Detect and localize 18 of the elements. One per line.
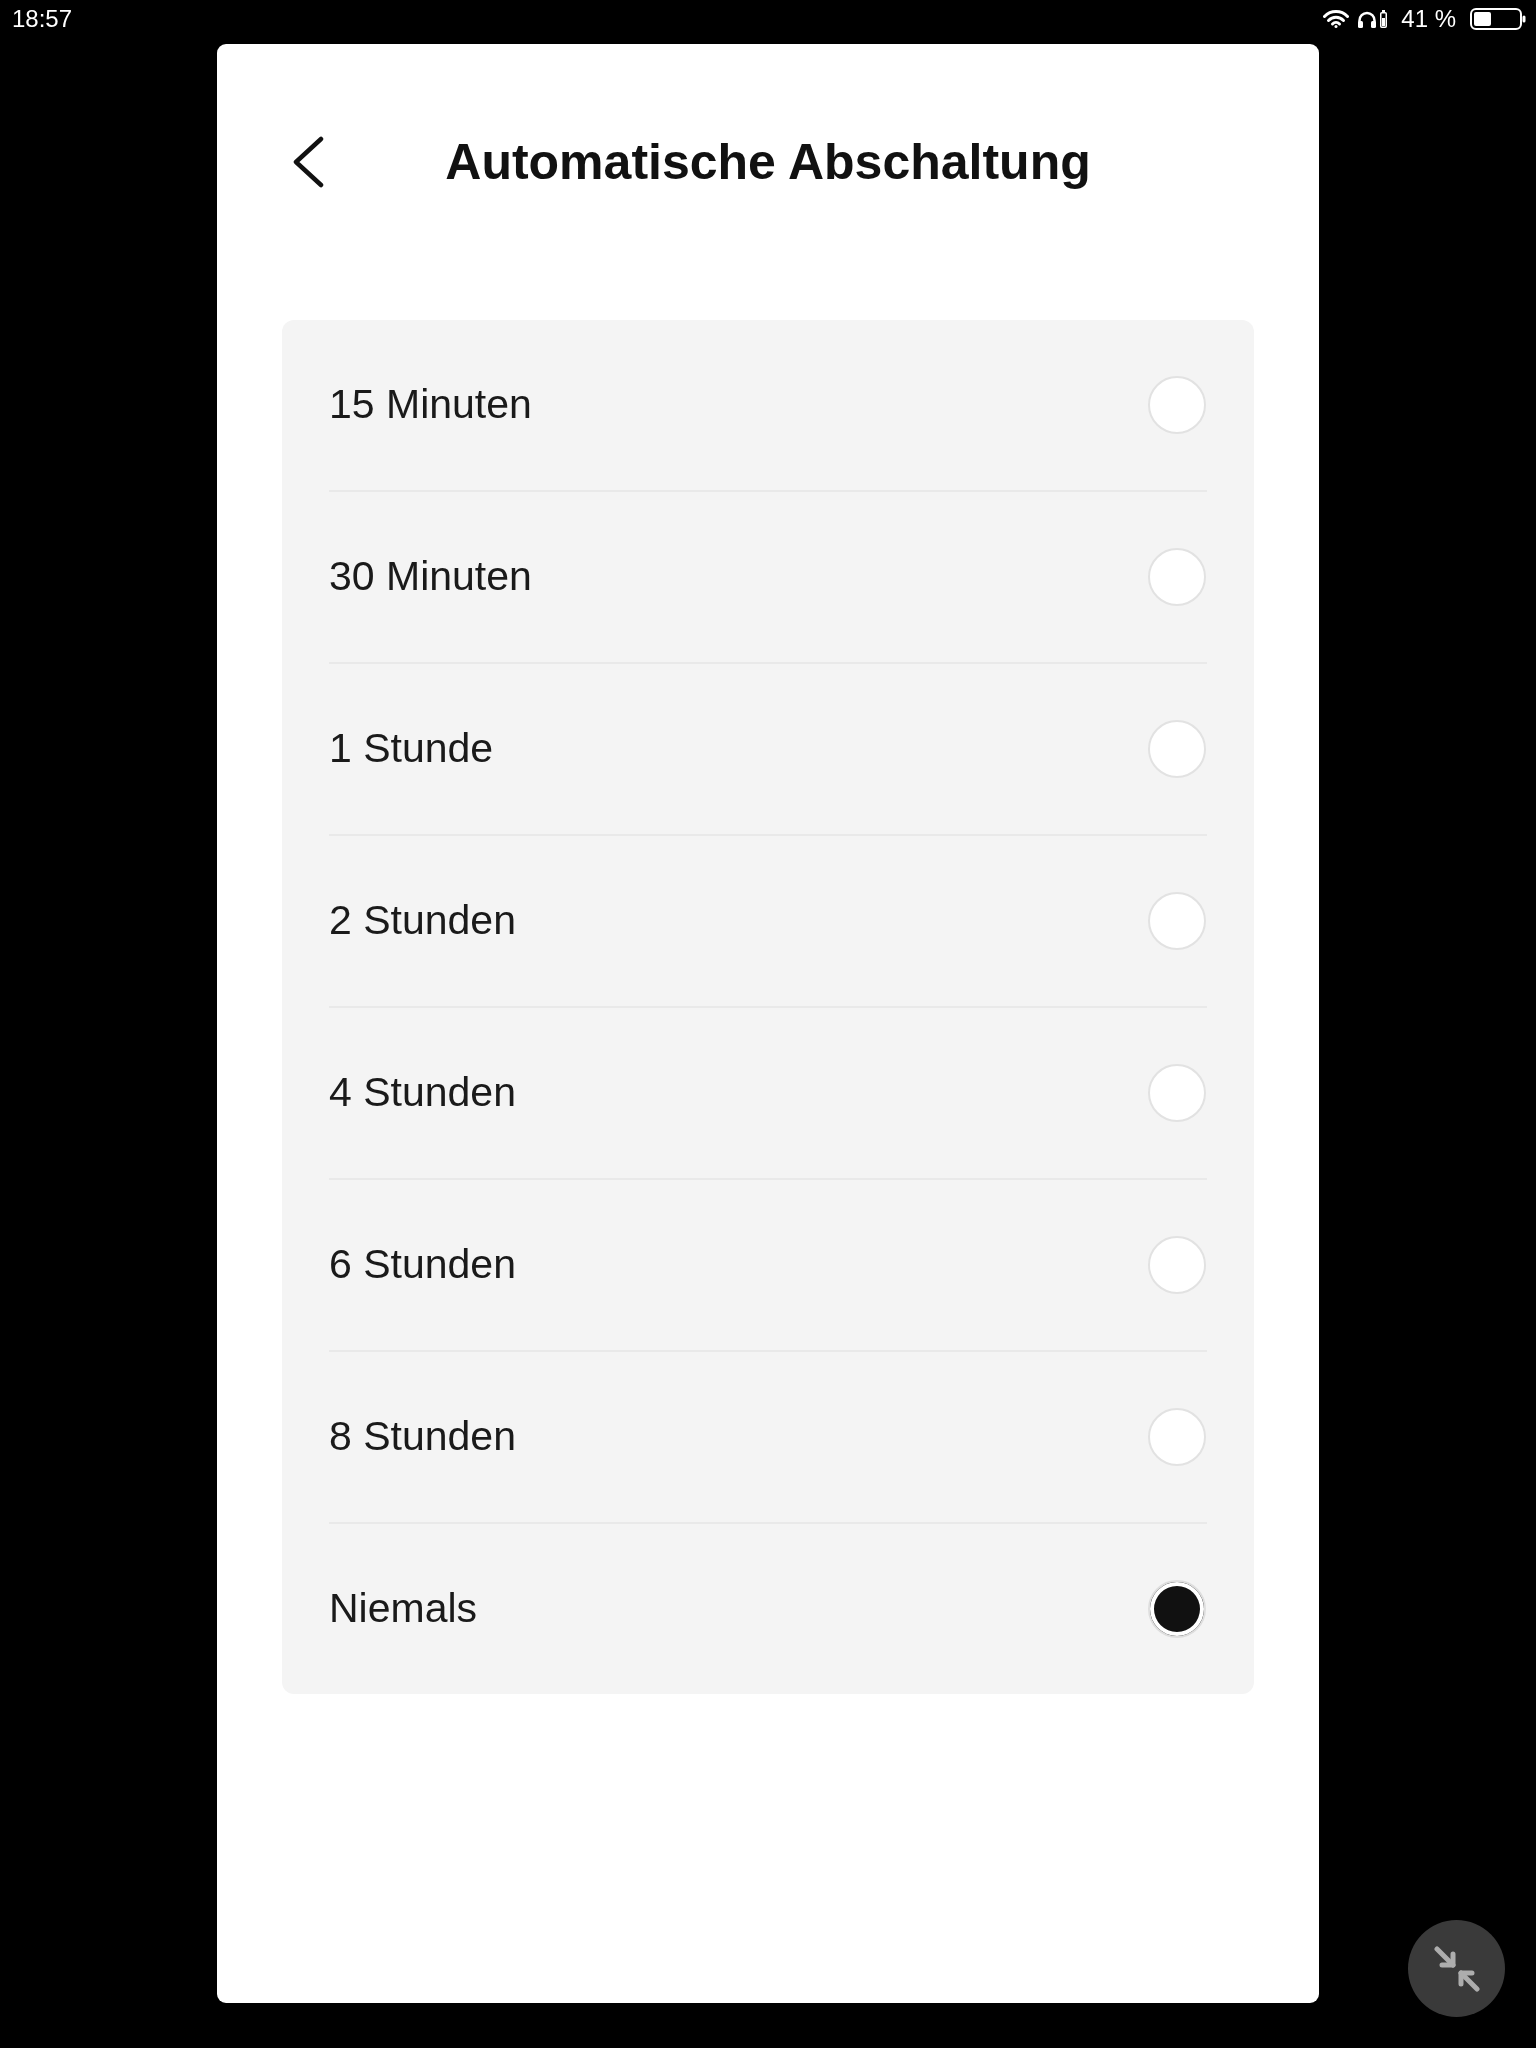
wifi-icon xyxy=(1323,10,1350,28)
option-label: 6 Stunden xyxy=(329,1240,516,1290)
small-battery-icon xyxy=(1380,10,1388,28)
option-label: 15 Minuten xyxy=(329,380,532,430)
back-button[interactable] xyxy=(291,136,325,188)
headphones-icon xyxy=(1357,10,1378,28)
collapse-icon xyxy=(1433,1945,1480,1992)
option-label: 4 Stunden xyxy=(329,1068,516,1118)
status-time: 18:57 xyxy=(12,7,73,31)
back-icon xyxy=(291,136,325,188)
option-label: Niemals xyxy=(329,1584,478,1634)
option-label: 30 Minuten xyxy=(329,552,532,602)
option-label: 1 Stunde xyxy=(329,724,494,774)
option-label: 8 Stunden xyxy=(329,1412,516,1462)
battery-icon xyxy=(1470,8,1526,30)
battery-percentage: 41 % xyxy=(1401,7,1456,31)
page-title: Automatische Abschaltung xyxy=(445,133,1091,192)
option-label: 2 Stunden xyxy=(329,896,516,946)
